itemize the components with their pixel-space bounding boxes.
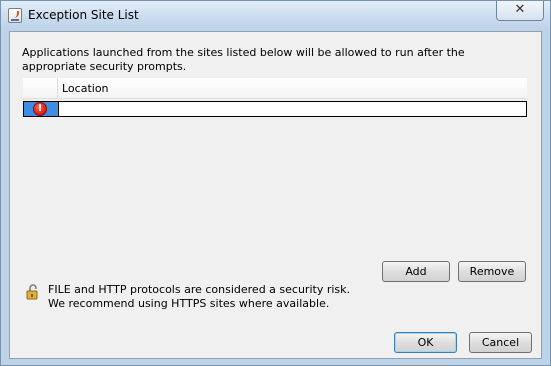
dialog-body: Applications launched from the sites lis… xyxy=(9,31,542,359)
unlocked-padlock-icon xyxy=(26,284,38,300)
error-icon: ! xyxy=(33,102,47,116)
window-title: Exception Site List xyxy=(28,8,139,22)
exception-site-list-window: Exception Site List ✕ Applications launc… xyxy=(0,0,551,366)
table-row[interactable]: ! xyxy=(23,101,527,117)
ok-button[interactable]: OK xyxy=(394,332,457,353)
warning-line-1: FILE and HTTP protocols are considered a… xyxy=(48,283,351,296)
table-header: Location xyxy=(23,78,527,99)
location-input[interactable] xyxy=(58,102,526,116)
add-button[interactable]: Add xyxy=(382,261,450,282)
site-list-table: Location ! xyxy=(23,78,527,286)
java-app-icon xyxy=(8,8,22,23)
remove-button[interactable]: Remove xyxy=(458,261,526,282)
info-text: Applications launched from the sites lis… xyxy=(22,46,465,73)
column-separator xyxy=(57,78,58,98)
cancel-button[interactable]: Cancel xyxy=(469,332,532,353)
title-bar[interactable]: Exception Site List ✕ xyxy=(1,1,550,30)
status-cell[interactable]: ! xyxy=(24,102,58,116)
column-header-location[interactable]: Location xyxy=(62,82,109,95)
security-warning: FILE and HTTP protocols are considered a… xyxy=(48,283,350,311)
close-button[interactable]: ✕ xyxy=(496,1,544,21)
warning-line-2: We recommend using HTTPS sites where ava… xyxy=(48,297,330,310)
